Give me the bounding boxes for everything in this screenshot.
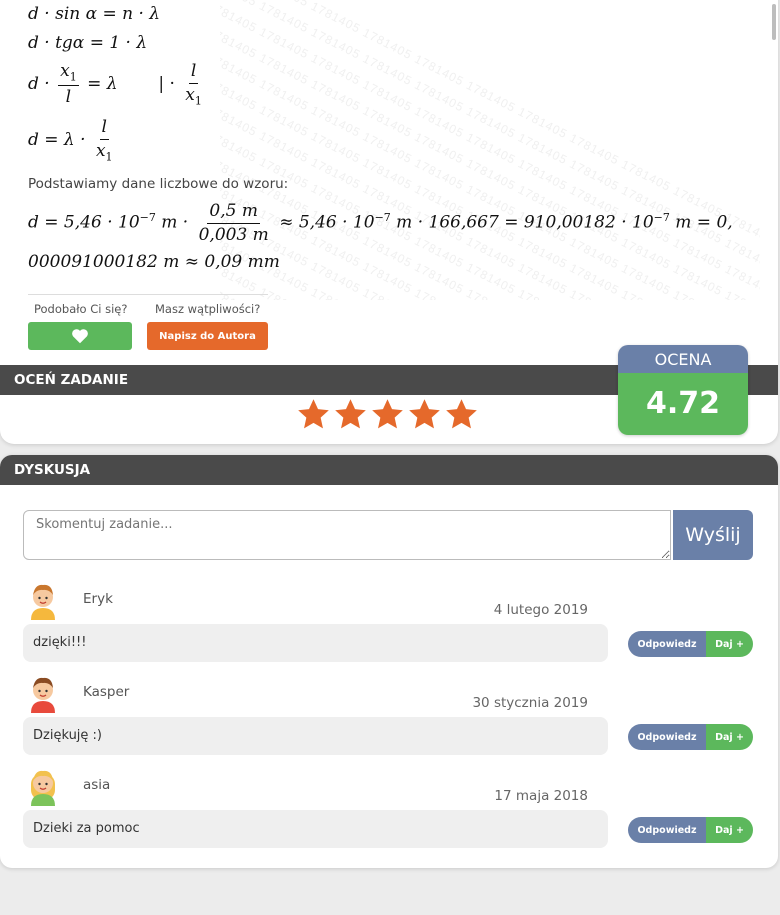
scrollbar-thumb[interactable] [772,4,776,40]
equation-4: d = λ · l x1 [28,117,113,164]
star-icon[interactable] [296,397,331,432]
rating-box: OCENA 4.72 [618,345,748,435]
heart-icon [72,329,88,344]
watermark-line: 1781405 1781405 1781405 1781405 1781405 … [220,0,760,300]
equation-1: d · sin α = n · λ [28,4,161,24]
comment-date: 17 maja 2018 [494,788,588,804]
girl-avatar [25,766,61,806]
discussion-header: DYSKUSJA [0,455,778,485]
comment-actions: Odpowiedz Daj + [628,631,753,657]
star-icon[interactable] [333,397,368,432]
reply-button[interactable]: Odpowiedz [628,631,706,657]
star-icon[interactable] [370,397,405,432]
watermark-line: 1781405 1781405 1781405 1781405 1781405 … [220,50,760,300]
comment-author[interactable]: asia [83,777,110,793]
send-button[interactable]: Wyślij [673,510,753,560]
give-plus-button[interactable]: Daj + [706,724,753,750]
give-plus-button[interactable]: Daj + [706,817,753,843]
comment-date: 4 lutego 2019 [493,602,588,618]
watermark-line: 1781405 1781405 1781405 1781405 1781405 … [220,76,760,300]
boy-curly-avatar [25,580,61,620]
like-question: Podobało Ci się? [34,302,128,316]
star-icon[interactable] [444,397,479,432]
reply-button[interactable]: Odpowiedz [628,817,706,843]
doubt-question: Masz wątpliwości? [155,302,261,316]
comment-date: 30 stycznia 2019 [472,695,588,711]
comment-text: Dzieki za pomoc [23,810,608,848]
watermark-line: 1781405 1781405 1781405 1781405 1781405 … [220,258,760,300]
watermark-line: 1781405 1781405 1781405 1781405 1781405 … [220,0,760,299]
equation-2: d · tgα = 1 · λ [28,33,148,53]
calculation-line-2: 000091000182 m ≈ 0,09 mm [28,252,280,272]
comment-author[interactable]: Eryk [83,591,113,607]
watermark-line: 1781405 1781405 1781405 1781405 1781405 … [220,102,760,300]
comment-input[interactable] [23,510,671,560]
fraction-l-over-x1-result: l x1 [95,117,113,164]
watermark-line: 1781405 1781405 1781405 1781405 1781405 … [220,0,760,300]
rating-value: 4.72 [618,373,748,435]
comment-actions: Odpowiedz Daj + [628,724,753,750]
star-icon[interactable] [407,397,442,432]
substitution-label: Podstawiamy dane liczbowe do wzoru: [28,176,289,192]
reply-button[interactable]: Odpowiedz [628,724,706,750]
like-button[interactable] [28,322,132,350]
watermark: 1781405 1781405 1781405 1781405 1781405 … [220,0,760,300]
comment-text: Dziękuję :) [23,717,608,755]
rating-header: OCENA [618,345,748,373]
comment-author[interactable]: Kasper [83,684,129,700]
feedback-divider [28,294,268,295]
equation-3: d · x1 l = λ | · l x1 [28,61,202,108]
comment-actions: Odpowiedz Daj + [628,817,753,843]
comment-text: dzięki!!! [23,624,608,662]
give-plus-button[interactable]: Daj + [706,631,753,657]
boy-avatar [25,673,61,713]
fraction-l-over-x1: l x1 [185,61,202,108]
fraction-ratio: 0,5 m 0,003 m [198,201,269,245]
star-rating[interactable] [296,397,479,437]
watermark-line: 1781405 1781405 1781405 1781405 1781405 … [220,0,760,300]
discussion-card: DYSKUSJA Wyślij Eryk 4 lutego 2019 dzięki!… [0,455,778,868]
fraction-x1-over-l: x1 l [58,61,79,108]
watermark-line: 1781405 1781405 1781405 1781405 1781405 … [220,24,760,300]
write-to-author-button[interactable]: Napisz do Autora [147,322,268,350]
calculation-line-1: d = 5,46 · 10−7 m · 0,5 m 0,003 m ≈ 5,46… [28,201,733,245]
